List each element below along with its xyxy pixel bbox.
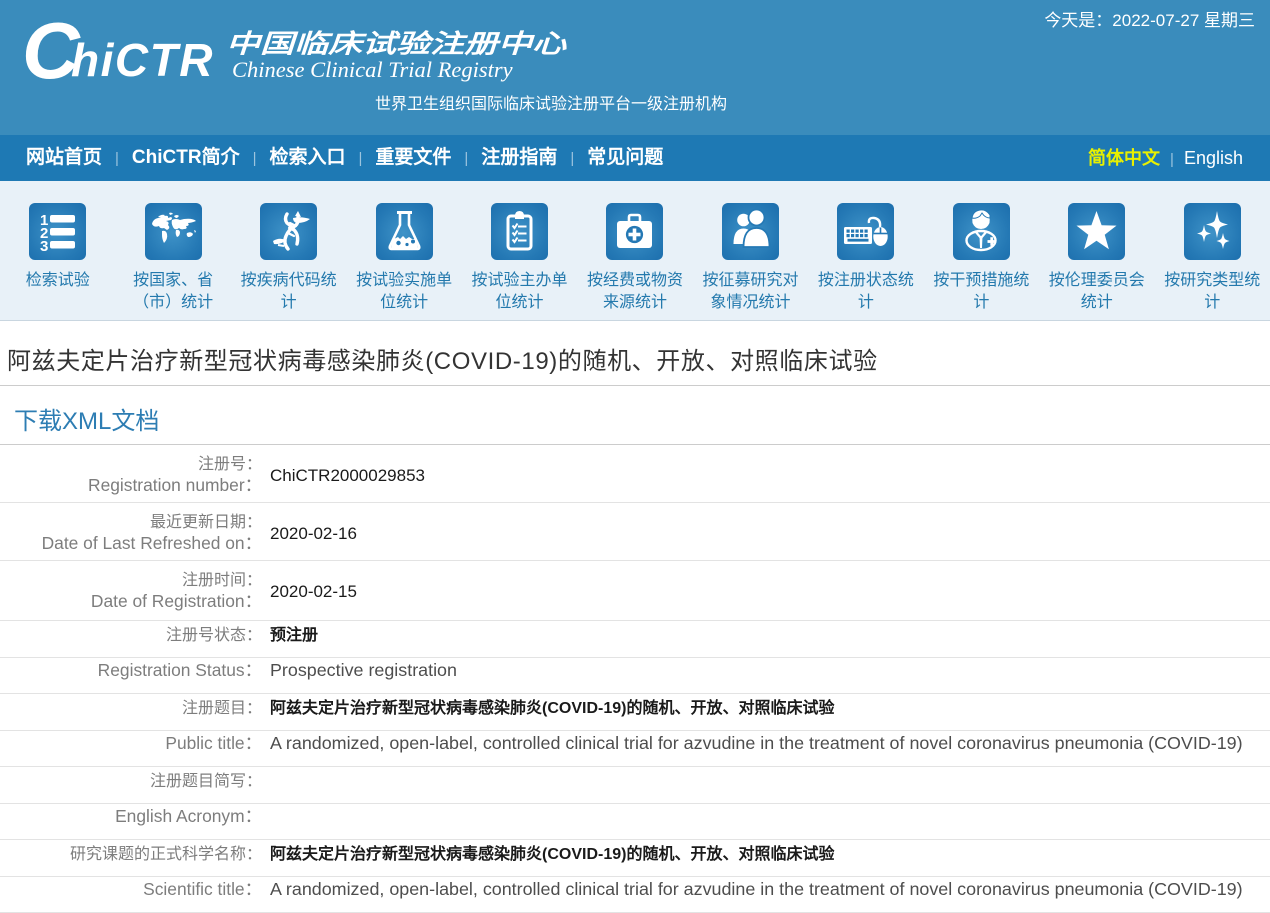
svg-text:3: 3 — [40, 238, 48, 255]
